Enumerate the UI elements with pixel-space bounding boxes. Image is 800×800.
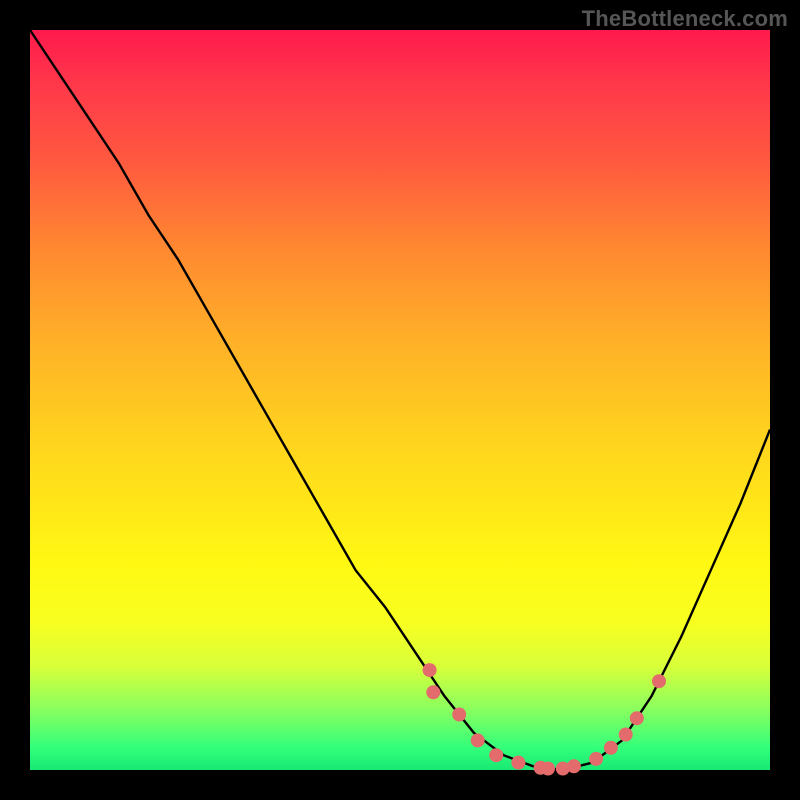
data-dot — [452, 708, 466, 722]
data-dot — [511, 756, 525, 770]
data-dot — [426, 685, 440, 699]
plot-area — [30, 30, 770, 770]
data-dot — [589, 752, 603, 766]
data-dot — [541, 762, 555, 776]
data-dot — [471, 733, 485, 747]
data-dot — [619, 728, 633, 742]
data-dot — [489, 748, 503, 762]
data-dot — [652, 674, 666, 688]
data-dot — [567, 759, 581, 773]
dot-layer — [423, 663, 666, 775]
bottleneck-curve — [30, 30, 770, 770]
data-dot — [604, 741, 618, 755]
data-dot — [423, 663, 437, 677]
data-dot — [630, 711, 644, 725]
watermark-text: TheBottleneck.com — [582, 6, 788, 32]
chart-svg — [30, 30, 770, 770]
chart-stage: TheBottleneck.com — [0, 0, 800, 800]
